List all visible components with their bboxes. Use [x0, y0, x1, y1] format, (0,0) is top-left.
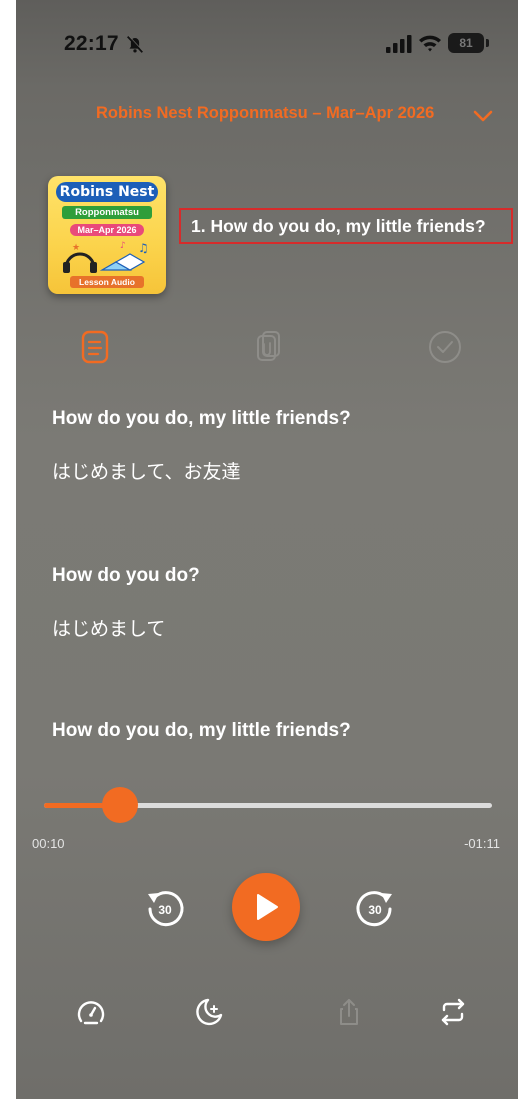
elapsed-time: 00:10 — [32, 836, 65, 851]
speed-icon[interactable] — [74, 995, 108, 1029]
document-icon[interactable] — [76, 328, 114, 366]
lyric-line-en: How do you do, my little friends? — [52, 720, 351, 741]
status-bar: 22:17 81 — [16, 0, 518, 60]
sleep-timer-icon[interactable] — [192, 995, 226, 1029]
lyric-line-jp: はじめまして — [52, 618, 166, 640]
bell-slash-icon — [126, 35, 144, 53]
cover-badge: Lesson Audio — [70, 276, 144, 288]
remaining-time: -01:11 — [464, 836, 500, 851]
player-screen: 22:17 81 Robins Nest Ropponmatsu – Mar–A… — [16, 0, 518, 1099]
forward-seconds: 30 — [368, 903, 382, 917]
share-icon[interactable] — [332, 995, 366, 1029]
svg-text:♪: ♪ — [120, 241, 126, 251]
forward-30-button[interactable]: 30 — [354, 888, 396, 930]
status-time: 22:17 — [64, 32, 119, 55]
battery-nub — [486, 39, 489, 47]
cover-brand: Robins Nest — [56, 182, 158, 202]
headphones-book-illustration: ♫ ♪ ★ — [63, 241, 149, 273]
clipboard-icon[interactable] — [248, 328, 286, 366]
progress-thumb[interactable] — [102, 787, 139, 823]
battery-level: 81 — [459, 36, 473, 50]
chevron-down-icon[interactable] — [472, 108, 494, 124]
cover-subtitle: Ropponmatsu — [62, 206, 152, 219]
play-button[interactable] — [232, 873, 300, 941]
battery-icon: 81 — [448, 33, 484, 53]
lyric-line-en: How do you do, my little friends? — [52, 408, 351, 429]
signal-icon — [386, 35, 412, 53]
svg-text:♫: ♫ — [138, 241, 149, 255]
lyric-line-jp: はじめまして、お友達 — [52, 461, 241, 483]
track-title: 1. How do you do, my little friends? — [179, 208, 513, 244]
album-cover: Robins Nest Ropponmatsu Mar–Apr 2026 ♫ ♪… — [48, 176, 166, 294]
check-circle-icon[interactable] — [426, 328, 464, 366]
cover-date: Mar–Apr 2026 — [70, 224, 144, 236]
svg-text:★: ★ — [72, 243, 80, 253]
rewind-30-button[interactable]: 30 — [144, 888, 186, 930]
rewind-seconds: 30 — [158, 903, 172, 917]
repeat-icon[interactable] — [436, 995, 470, 1029]
lyric-line-en: How do you do? — [52, 565, 200, 586]
playlist-title: Robins Nest Ropponmatsu – Mar–Apr 2026 — [96, 104, 435, 122]
play-icon — [257, 894, 278, 920]
wifi-icon — [419, 35, 441, 52]
